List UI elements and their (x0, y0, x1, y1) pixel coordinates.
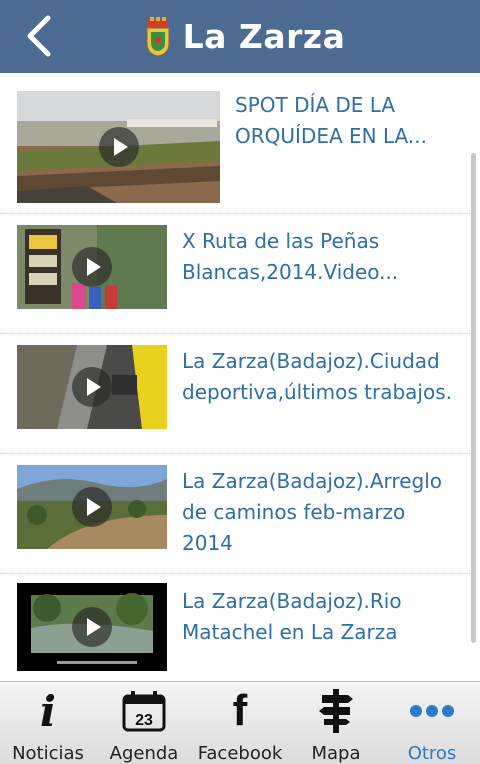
tab-label: Agenda (109, 743, 179, 764)
list-item[interactable]: La Zarza(Badajoz).Arreglo de caminos feb… (0, 453, 470, 574)
play-icon (72, 487, 112, 527)
play-icon (72, 607, 112, 647)
video-thumbnail (17, 583, 167, 671)
tab-noticias[interactable]: i Noticias (0, 682, 96, 764)
list-item[interactable]: SPOT DÍA DE LA ORQUÍDEA EN LA... (0, 73, 470, 214)
svg-text:23: 23 (135, 712, 153, 729)
tab-label: Facebook (197, 743, 283, 764)
video-thumbnail (17, 225, 167, 309)
coat-of-arms-icon (146, 16, 170, 57)
tab-facebook[interactable]: f Facebook (192, 682, 288, 764)
tab-agenda[interactable]: 23 Agenda (96, 682, 192, 764)
page-title: La Zarza (182, 17, 346, 56)
play-icon (72, 247, 112, 287)
facebook-icon: f (232, 686, 248, 735)
video-thumbnail (17, 345, 167, 429)
signpost-icon (288, 688, 384, 734)
calendar-icon: 23 (96, 688, 192, 734)
video-title: La Zarza(Badajoz).Rio Matachel en La Zar… (182, 589, 402, 644)
tab-label: Otros (407, 743, 457, 764)
video-thumbnail (17, 465, 167, 549)
scrollbar[interactable] (471, 153, 476, 643)
info-icon: i (40, 686, 56, 736)
list-item[interactable]: X Ruta de las Peñas Blancas,2014.Video..… (0, 213, 470, 334)
video-title: La Zarza(Badajoz).Ciudad deportiva,últim… (182, 349, 452, 404)
tab-label: Noticias (12, 743, 84, 764)
video-title: SPOT DÍA DE LA ORQUÍDEA EN LA... (235, 93, 427, 148)
bottom-tab-bar: i Noticias 23 Agenda f Facebook Mapa Otr… (0, 681, 480, 764)
video-list: SPOT DÍA DE LA ORQUÍDEA EN LA... X Ruta … (0, 73, 480, 681)
title-group: La Zarza (145, 16, 346, 57)
video-title: X Ruta de las Peñas Blancas,2014.Video..… (182, 229, 399, 284)
list-item[interactable]: La Zarza(Badajoz).Rio Matachel en La Zar… (0, 573, 470, 681)
tab-otros[interactable]: Otros (384, 682, 480, 764)
play-icon (72, 367, 112, 407)
play-icon (98, 127, 139, 167)
back-chevron-icon[interactable] (20, 14, 60, 58)
more-icon (384, 688, 480, 734)
app-header: La Zarza (0, 0, 480, 73)
list-item[interactable]: La Zarza(Badajoz).Ciudad deportiva,últim… (0, 333, 470, 454)
video-title: La Zarza(Badajoz).Arreglo de caminos feb… (182, 469, 449, 555)
tab-mapa[interactable]: Mapa (288, 682, 384, 764)
tab-label: Mapa (311, 743, 361, 764)
video-thumbnail (17, 91, 220, 203)
